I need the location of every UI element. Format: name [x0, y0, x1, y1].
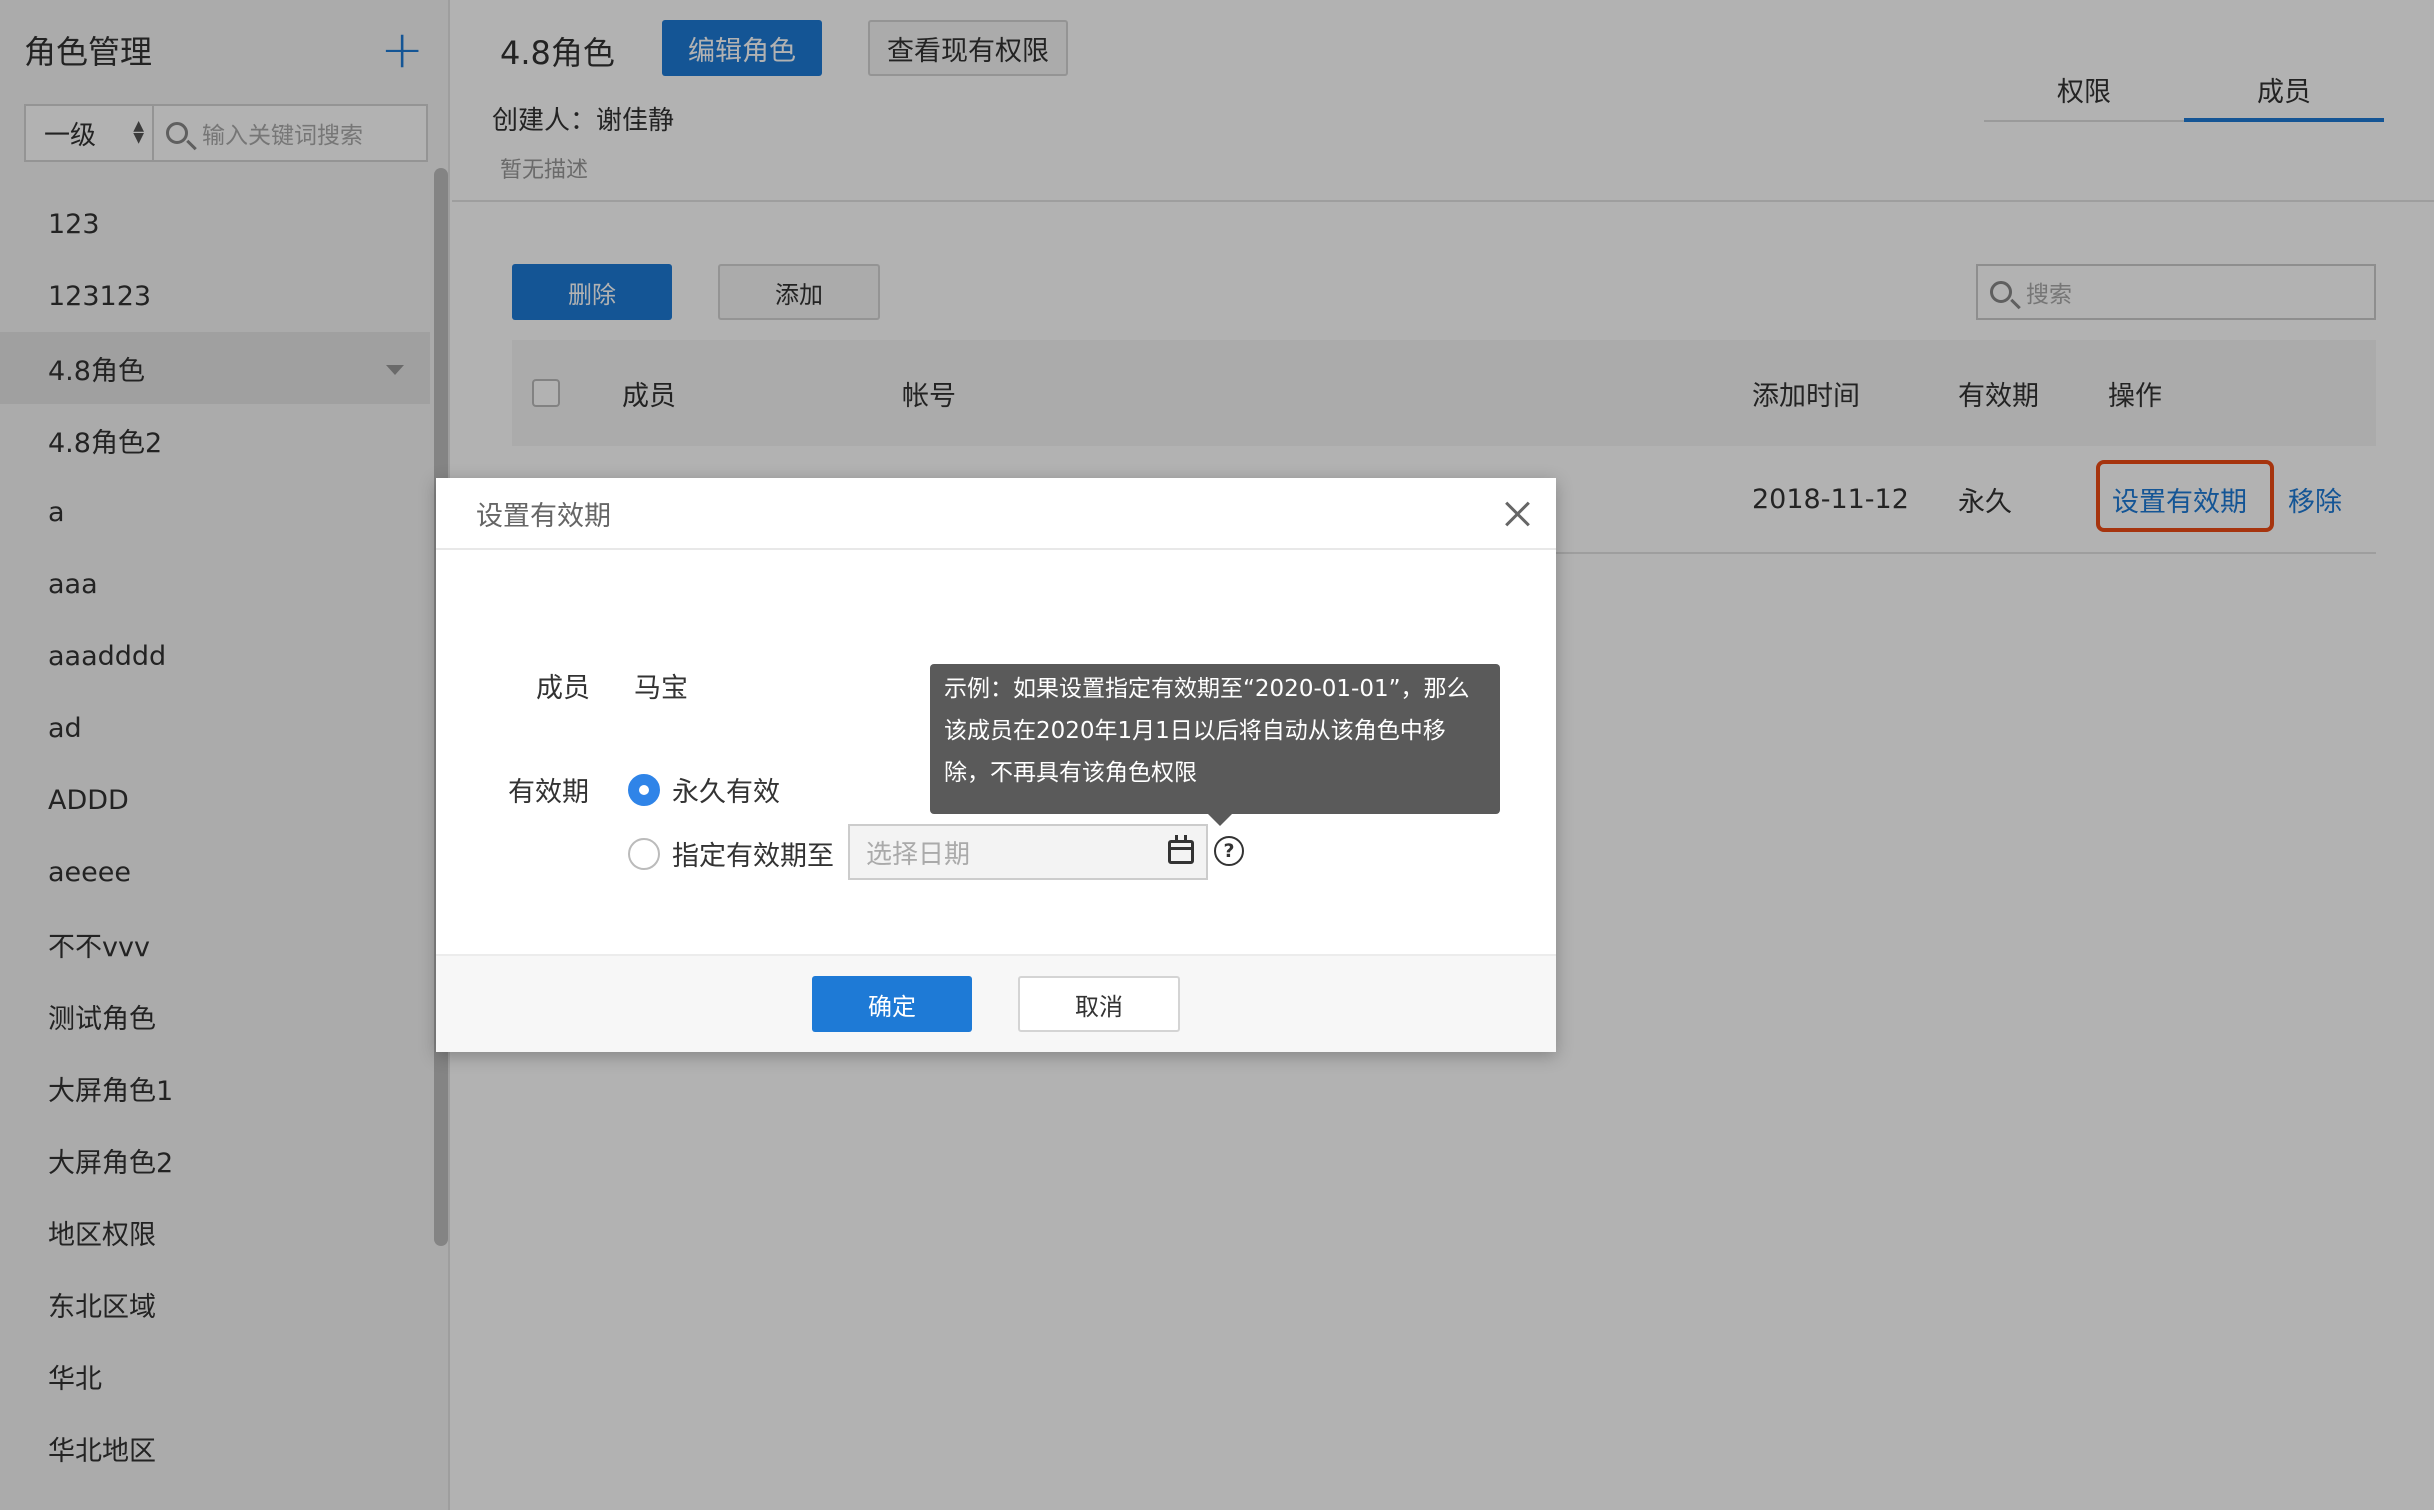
tooltip-line: 示例：如果设置指定有效期至“2020-01-01”，那么 [944, 676, 1470, 702]
help-tooltip: 示例：如果设置指定有效期至“2020-01-01”，那么 该成员在2020年1月… [930, 664, 1500, 826]
set-validity-dialog: 设置有效期 成员 马宝 有效期 永久有效 指定有效期至 选择日期 ? 示例：如果… [436, 478, 1556, 1052]
confirm-button[interactable]: 确定 [812, 976, 972, 1032]
help-icon[interactable]: ? [1214, 836, 1244, 866]
date-placeholder: 选择日期 [866, 839, 971, 870]
member-label: 成员 [536, 673, 590, 704]
dialog-header: 设置有效期 [436, 478, 1556, 550]
member-value: 马宝 [634, 673, 688, 704]
permanent-radio[interactable] [628, 774, 660, 806]
permanent-option-label[interactable]: 永久有效 [672, 770, 780, 809]
tooltip-line: 该成员在2020年1月1日以后将自动从该角色中移 [944, 718, 1446, 744]
calendar-icon[interactable] [1168, 835, 1194, 864]
date-picker-input[interactable]: 选择日期 [848, 824, 1208, 880]
until-date-option-label[interactable]: 指定有效期至 [672, 834, 834, 873]
close-icon[interactable] [1498, 494, 1538, 534]
until-date-radio[interactable] [628, 838, 660, 870]
tooltip-line: 除，不再具有该角色权限 [944, 760, 1197, 786]
dialog-footer: 确定 取消 [436, 954, 1556, 1052]
validity-label: 有效期 [508, 777, 589, 808]
cancel-button[interactable]: 取消 [1018, 976, 1180, 1032]
dialog-title: 设置有效期 [476, 500, 611, 532]
